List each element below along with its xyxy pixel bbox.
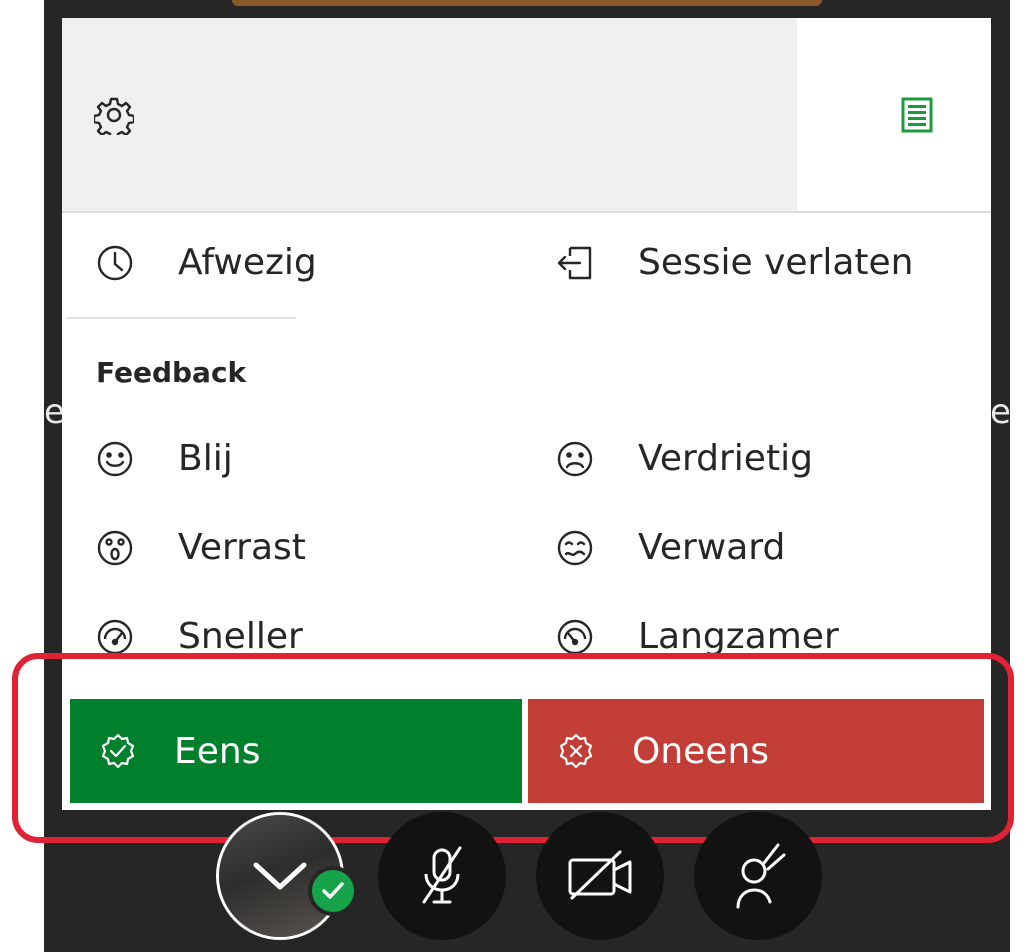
leave-session-button[interactable]: Sessie verlaten: [556, 242, 914, 283]
clock-icon: [97, 245, 133, 280]
annotation-highlight-box: [12, 653, 1014, 843]
feedback-happy-label: Blij: [178, 438, 233, 479]
menu-divider: [66, 317, 296, 319]
camera-button[interactable]: [536, 812, 664, 940]
sad-face-icon: [557, 441, 593, 476]
feedback-confused-label: Verward: [638, 527, 786, 568]
feedback-surprised-button[interactable]: Verrast: [96, 527, 306, 568]
feedback-surprised-label: Verrast: [178, 527, 306, 568]
tab-bar-divider: [62, 211, 991, 213]
leave-door-icon: [557, 246, 592, 279]
tab-session-menu[interactable]: [797, 18, 991, 212]
leave-session-label: Sessie verlaten: [638, 242, 914, 283]
raise-hand-icon: [736, 843, 786, 909]
feedback-slower-button[interactable]: Langzamer: [556, 616, 839, 657]
microphone-off-icon: [422, 846, 462, 904]
feedback-faster-label: Sneller: [178, 616, 303, 657]
checkmark-icon: [322, 882, 344, 899]
tab-settings[interactable]: [62, 18, 797, 212]
feedback-faster-button[interactable]: Sneller: [96, 616, 303, 657]
speed-up-icon: [97, 619, 133, 654]
menu-list-icon: [901, 97, 933, 133]
confused-face-icon: [557, 530, 593, 565]
chevron-down-icon: [253, 862, 307, 890]
feedback-confused-button[interactable]: Verward: [556, 527, 785, 568]
feedback-slower-label: Langzamer: [638, 616, 839, 657]
feedback-sad-label: Verdrietig: [638, 438, 813, 479]
gear-icon: [94, 97, 134, 135]
away-button[interactable]: Afwezig: [96, 242, 317, 283]
content-top-edge: [232, 0, 822, 6]
panel-tab-bar: [62, 18, 991, 213]
status-available-badge: [308, 866, 358, 916]
feedback-happy-button[interactable]: Blij: [96, 438, 233, 479]
slow-down-icon: [557, 619, 593, 654]
camera-off-icon: [568, 850, 632, 900]
microphone-button[interactable]: [378, 812, 506, 940]
surprised-face-icon: [97, 530, 133, 565]
happy-face-icon: [97, 441, 133, 476]
feedback-heading: Feedback: [96, 356, 247, 389]
away-label: Afwezig: [178, 242, 317, 283]
background-text-right: e: [990, 392, 1011, 432]
feedback-sad-button[interactable]: Verdrietig: [556, 438, 813, 479]
raise-hand-button[interactable]: [694, 812, 822, 940]
